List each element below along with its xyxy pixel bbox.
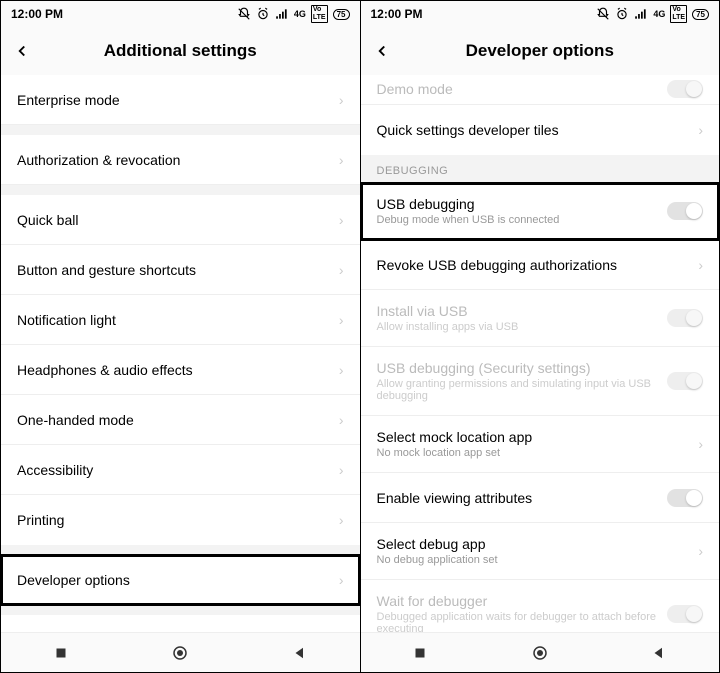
battery-badge: 75 bbox=[333, 9, 350, 20]
nav-recent-button[interactable] bbox=[52, 644, 70, 662]
row-one-handed-mode[interactable]: One-handed mode› bbox=[1, 395, 360, 445]
row-quick-settings-tiles[interactable]: Quick settings developer tiles› bbox=[361, 105, 720, 155]
row-developer-options[interactable]: Developer options› bbox=[1, 555, 360, 605]
section-debugging: DEBUGGING bbox=[361, 155, 720, 183]
chevron-right-icon: › bbox=[698, 257, 703, 273]
row-revoke-usb-auth[interactable]: Revoke USB debugging authorizations› bbox=[361, 240, 720, 290]
volte-badge: VoLTE bbox=[311, 5, 328, 23]
row-button-gesture-shortcuts[interactable]: Button and gesture shortcuts› bbox=[1, 245, 360, 295]
header: Developer options bbox=[361, 27, 720, 75]
chevron-right-icon: › bbox=[339, 512, 344, 528]
chevron-right-icon: › bbox=[339, 362, 344, 378]
status-bar: 12:00 PM 4G VoLTE 75 bbox=[361, 1, 720, 27]
nav-bar bbox=[1, 632, 360, 672]
status-bar: 12:00 PM 4G VoLTE 75 bbox=[1, 1, 360, 27]
toggle bbox=[667, 309, 703, 327]
volte-badge: VoLTE bbox=[670, 5, 687, 23]
status-time: 12:00 PM bbox=[11, 7, 63, 21]
page-title: Additional settings bbox=[43, 41, 318, 61]
row-notification-light[interactable]: Notification light› bbox=[1, 295, 360, 345]
chevron-right-icon: › bbox=[339, 312, 344, 328]
chevron-right-icon: › bbox=[698, 122, 703, 138]
triangle-left-icon bbox=[291, 644, 309, 662]
nav-back-button[interactable] bbox=[650, 644, 668, 662]
alarm-icon bbox=[615, 7, 629, 21]
toggle bbox=[667, 605, 703, 623]
status-icons: 4G VoLTE 75 bbox=[596, 5, 709, 23]
square-icon bbox=[52, 644, 70, 662]
battery-badge: 75 bbox=[692, 9, 709, 20]
row-enterprise-mode[interactable]: Enterprise mode› bbox=[1, 75, 360, 125]
phone-additional-settings: 12:00 PM 4G VoLTE 75 Additional settings… bbox=[1, 1, 361, 672]
back-button[interactable] bbox=[13, 42, 43, 60]
chevron-left-icon bbox=[13, 42, 31, 60]
chevron-right-icon: › bbox=[698, 543, 703, 559]
status-icons: 4G VoLTE 75 bbox=[237, 5, 350, 23]
triangle-left-icon bbox=[650, 644, 668, 662]
chevron-right-icon: › bbox=[339, 462, 344, 478]
row-demo-mode[interactable]: Demo mode bbox=[361, 75, 720, 105]
back-button[interactable] bbox=[373, 42, 403, 60]
signal-icon bbox=[634, 7, 648, 21]
page-title: Developer options bbox=[403, 41, 678, 61]
row-backup-reset[interactable]: Backup & reset› bbox=[1, 615, 360, 632]
square-icon bbox=[411, 644, 429, 662]
row-usb-debugging-security[interactable]: USB debugging (Security settings)Allow g… bbox=[361, 347, 720, 416]
nav-bar bbox=[361, 632, 720, 672]
nav-home-button[interactable] bbox=[531, 644, 549, 662]
chevron-right-icon: › bbox=[339, 572, 344, 588]
chevron-right-icon: › bbox=[339, 212, 344, 228]
row-enable-viewing-attributes[interactable]: Enable viewing attributes bbox=[361, 473, 720, 523]
toggle[interactable] bbox=[667, 202, 703, 220]
circle-icon bbox=[531, 644, 549, 662]
network-type: 4G bbox=[294, 9, 306, 19]
settings-list[interactable]: Demo mode Quick settings developer tiles… bbox=[361, 75, 720, 632]
network-type: 4G bbox=[653, 9, 665, 19]
alarm-icon bbox=[256, 7, 270, 21]
phone-developer-options: 12:00 PM 4G VoLTE 75 Developer options D… bbox=[361, 1, 720, 672]
chevron-right-icon: › bbox=[339, 412, 344, 428]
chevron-right-icon: › bbox=[698, 436, 703, 452]
row-usb-debugging[interactable]: USB debuggingDebug mode when USB is conn… bbox=[361, 183, 720, 240]
row-install-via-usb[interactable]: Install via USBAllow installing apps via… bbox=[361, 290, 720, 347]
chevron-right-icon: › bbox=[339, 152, 344, 168]
chevron-right-icon: › bbox=[339, 92, 344, 108]
circle-icon bbox=[171, 644, 189, 662]
nav-home-button[interactable] bbox=[171, 644, 189, 662]
dnd-icon bbox=[596, 7, 610, 21]
header: Additional settings bbox=[1, 27, 360, 75]
toggle[interactable] bbox=[667, 80, 703, 98]
nav-recent-button[interactable] bbox=[411, 644, 429, 662]
nav-back-button[interactable] bbox=[291, 644, 309, 662]
row-accessibility[interactable]: Accessibility› bbox=[1, 445, 360, 495]
chevron-right-icon: › bbox=[339, 262, 344, 278]
row-wait-for-debugger[interactable]: Wait for debuggerDebugged application wa… bbox=[361, 580, 720, 632]
toggle[interactable] bbox=[667, 489, 703, 507]
signal-icon bbox=[275, 7, 289, 21]
chevron-left-icon bbox=[373, 42, 391, 60]
status-time: 12:00 PM bbox=[371, 7, 423, 21]
row-select-debug-app[interactable]: Select debug appNo debug application set… bbox=[361, 523, 720, 580]
settings-list[interactable]: Enterprise mode› Authorization & revocat… bbox=[1, 75, 360, 632]
row-quick-ball[interactable]: Quick ball› bbox=[1, 195, 360, 245]
row-select-mock-location[interactable]: Select mock location appNo mock location… bbox=[361, 416, 720, 473]
row-authorization-revocation[interactable]: Authorization & revocation› bbox=[1, 135, 360, 185]
row-headphones-audio[interactable]: Headphones & audio effects› bbox=[1, 345, 360, 395]
toggle bbox=[667, 372, 703, 390]
row-printing[interactable]: Printing› bbox=[1, 495, 360, 545]
dnd-icon bbox=[237, 7, 251, 21]
